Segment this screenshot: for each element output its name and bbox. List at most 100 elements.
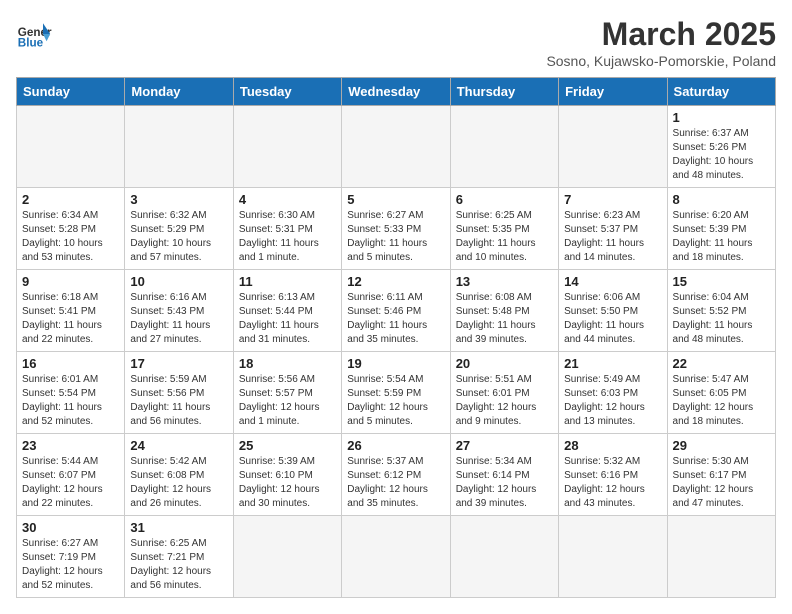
calendar-cell [450,106,558,188]
calendar-cell [450,516,558,598]
day-info: Sunrise: 6:25 AM Sunset: 7:21 PM Dayligh… [130,537,227,593]
day-info: Sunrise: 6:34 AM Sunset: 5:28 PM Dayligh… [22,209,119,265]
calendar-cell: 17 Sunrise: 5:59 AM Sunset: 5:56 PM Dayli… [125,352,233,434]
day-header-thursday: Thursday [450,78,558,106]
day-number: 3 [130,192,227,207]
day-number: 18 [239,356,336,371]
day-number: 21 [564,356,661,371]
subtitle: Sosno, Kujawsko-Pomorskie, Poland [546,53,776,69]
calendar-cell [233,106,341,188]
day-number: 27 [456,438,553,453]
day-info: Sunrise: 6:27 AM Sunset: 5:33 PM Dayligh… [347,209,444,265]
calendar-cell: 16Sunrise: 6:01 AM Sunset: 5:54 PM Dayli… [17,352,125,434]
day-number: 30 [22,520,119,535]
logo: General Blue [16,16,52,52]
day-number: 15 [673,274,770,289]
calendar-cell [17,106,125,188]
day-number: 13 [456,274,553,289]
calendar-cell [342,106,450,188]
day-number: 10 [130,274,227,289]
day-info: Sunrise: 5:42 AM Sunset: 6:08 PM Dayligh… [130,455,227,511]
day-info: Sunrise: 6:18 AM Sunset: 5:41 PM Dayligh… [22,291,119,347]
day-info: Sunrise: 5:39 AM Sunset: 6:10 PM Dayligh… [239,455,336,511]
calendar-cell: 24 Sunrise: 5:42 AM Sunset: 6:08 PM Dayli… [125,434,233,516]
day-number: 8 [673,192,770,207]
calendar-table: SundayMondayTuesdayWednesdayThursdayFrid… [16,77,776,598]
calendar-cell: 5 Sunrise: 6:27 AM Sunset: 5:33 PM Daylig… [342,188,450,270]
calendar-cell [559,106,667,188]
days-header-row: SundayMondayTuesdayWednesdayThursdayFrid… [17,78,776,106]
day-info: Sunrise: 5:44 AM Sunset: 6:07 PM Dayligh… [22,455,119,511]
day-number: 11 [239,274,336,289]
calendar-cell: 27Sunrise: 5:34 AM Sunset: 6:14 PM Dayli… [450,434,558,516]
calendar-cell: 15 Sunrise: 6:04 AM Sunset: 5:52 PM Dayli… [667,270,775,352]
day-info: Sunrise: 6:01 AM Sunset: 5:54 PM Dayligh… [22,373,119,429]
calendar-cell: 11Sunrise: 6:13 AM Sunset: 5:44 PM Dayli… [233,270,341,352]
day-number: 22 [673,356,770,371]
week-row-4: 23Sunrise: 5:44 AM Sunset: 6:07 PM Dayli… [17,434,776,516]
week-row-3: 16Sunrise: 6:01 AM Sunset: 5:54 PM Dayli… [17,352,776,434]
calendar-cell: 20 Sunrise: 5:51 AM Sunset: 6:01 PM Dayli… [450,352,558,434]
calendar-cell: 31 Sunrise: 6:25 AM Sunset: 7:21 PM Dayli… [125,516,233,598]
week-row-5: 30 Sunrise: 6:27 AM Sunset: 7:19 PM Dayli… [17,516,776,598]
calendar-cell [559,516,667,598]
day-number: 20 [456,356,553,371]
day-info: Sunrise: 6:08 AM Sunset: 5:48 PM Dayligh… [456,291,553,347]
calendar-cell: 28 Sunrise: 5:32 AM Sunset: 6:16 PM Dayli… [559,434,667,516]
day-info: Sunrise: 5:49 AM Sunset: 6:03 PM Dayligh… [564,373,661,429]
day-info: Sunrise: 6:16 AM Sunset: 5:43 PM Dayligh… [130,291,227,347]
day-number: 7 [564,192,661,207]
week-row-2: 9Sunrise: 6:18 AM Sunset: 5:41 PM Daylig… [17,270,776,352]
calendar-cell [233,516,341,598]
day-info: Sunrise: 6:04 AM Sunset: 5:52 PM Dayligh… [673,291,770,347]
day-info: Sunrise: 6:23 AM Sunset: 5:37 PM Dayligh… [564,209,661,265]
day-info: Sunrise: 6:30 AM Sunset: 5:31 PM Dayligh… [239,209,336,265]
calendar-cell: 7 Sunrise: 6:23 AM Sunset: 5:37 PM Daylig… [559,188,667,270]
day-info: Sunrise: 5:32 AM Sunset: 6:16 PM Dayligh… [564,455,661,511]
calendar-cell: 13 Sunrise: 6:08 AM Sunset: 5:48 PM Dayli… [450,270,558,352]
calendar-cell: 12Sunrise: 6:11 AM Sunset: 5:46 PM Dayli… [342,270,450,352]
day-info: Sunrise: 5:51 AM Sunset: 6:01 PM Dayligh… [456,373,553,429]
day-number: 24 [130,438,227,453]
calendar-cell: 4 Sunrise: 6:30 AM Sunset: 5:31 PM Daylig… [233,188,341,270]
header: General Blue March 2025 Sosno, Kujawsko-… [16,16,776,69]
calendar-cell: 9Sunrise: 6:18 AM Sunset: 5:41 PM Daylig… [17,270,125,352]
day-header-monday: Monday [125,78,233,106]
week-row-0: 1Sunrise: 6:37 AM Sunset: 5:26 PM Daylig… [17,106,776,188]
day-number: 1 [673,110,770,125]
logo-icon: General Blue [16,16,52,52]
calendar-cell: 23Sunrise: 5:44 AM Sunset: 6:07 PM Dayli… [17,434,125,516]
calendar-cell: 10 Sunrise: 6:16 AM Sunset: 5:43 PM Dayli… [125,270,233,352]
day-header-sunday: Sunday [17,78,125,106]
day-header-saturday: Saturday [667,78,775,106]
calendar-cell: 21 Sunrise: 5:49 AM Sunset: 6:03 PM Dayli… [559,352,667,434]
day-number: 19 [347,356,444,371]
calendar-cell [667,516,775,598]
calendar-cell: 30 Sunrise: 6:27 AM Sunset: 7:19 PM Dayli… [17,516,125,598]
calendar-cell: 19 Sunrise: 5:54 AM Sunset: 5:59 PM Dayli… [342,352,450,434]
calendar-cell: 8Sunrise: 6:20 AM Sunset: 5:39 PM Daylig… [667,188,775,270]
day-number: 28 [564,438,661,453]
day-info: Sunrise: 5:47 AM Sunset: 6:05 PM Dayligh… [673,373,770,429]
calendar-cell: 14 Sunrise: 6:06 AM Sunset: 5:50 PM Dayli… [559,270,667,352]
day-info: Sunrise: 6:06 AM Sunset: 5:50 PM Dayligh… [564,291,661,347]
day-info: Sunrise: 5:59 AM Sunset: 5:56 PM Dayligh… [130,373,227,429]
day-number: 17 [130,356,227,371]
week-row-1: 2Sunrise: 6:34 AM Sunset: 5:28 PM Daylig… [17,188,776,270]
day-number: 5 [347,192,444,207]
day-info: Sunrise: 6:27 AM Sunset: 7:19 PM Dayligh… [22,537,119,593]
day-header-friday: Friday [559,78,667,106]
day-number: 12 [347,274,444,289]
day-info: Sunrise: 6:32 AM Sunset: 5:29 PM Dayligh… [130,209,227,265]
day-info: Sunrise: 5:56 AM Sunset: 5:57 PM Dayligh… [239,373,336,429]
day-number: 14 [564,274,661,289]
day-info: Sunrise: 5:30 AM Sunset: 6:17 PM Dayligh… [673,455,770,511]
calendar-cell: 25 Sunrise: 5:39 AM Sunset: 6:10 PM Dayli… [233,434,341,516]
day-number: 31 [130,520,227,535]
day-info: Sunrise: 5:54 AM Sunset: 5:59 PM Dayligh… [347,373,444,429]
day-number: 4 [239,192,336,207]
day-number: 29 [673,438,770,453]
day-number: 6 [456,192,553,207]
calendar-cell: 2Sunrise: 6:34 AM Sunset: 5:28 PM Daylig… [17,188,125,270]
day-number: 25 [239,438,336,453]
